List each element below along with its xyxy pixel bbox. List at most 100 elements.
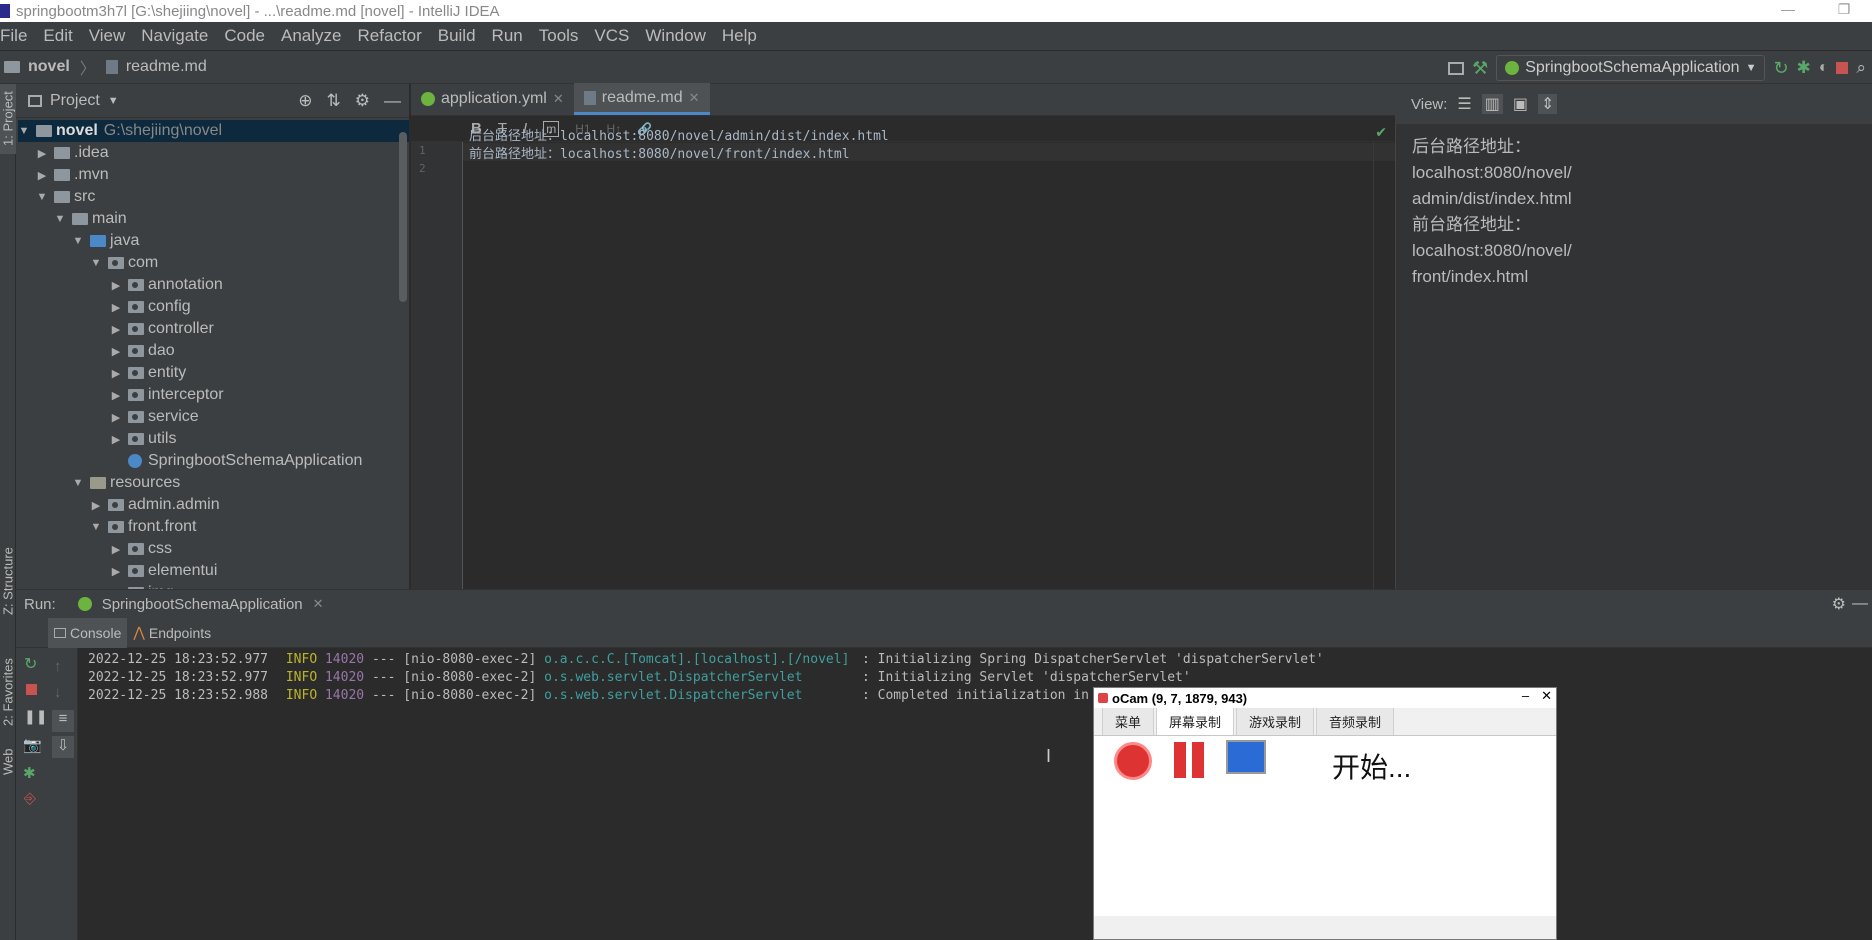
collapsed-arrow-icon[interactable]: ▶	[36, 164, 48, 186]
expanded-arrow-icon[interactable]: ▼	[54, 208, 66, 230]
code-line[interactable]: 前台路径地址：localhost:8080/novel/front/index.…	[469, 143, 850, 162]
menu-window[interactable]: Window	[637, 26, 713, 46]
tree-item[interactable]: ▶ controller	[110, 318, 214, 340]
tree-item[interactable]: ▶ interceptor	[110, 384, 224, 406]
scroll-to-end-icon[interactable]: ⇩	[52, 736, 74, 758]
tree-item[interactable]: ▶ .mvn	[36, 164, 109, 186]
collapsed-arrow-icon[interactable]: ▶	[110, 406, 122, 428]
close-icon[interactable]: ✕	[313, 596, 324, 612]
tree-item[interactable]: ▶ elementui	[110, 560, 218, 582]
close-icon[interactable]: ✕	[553, 91, 564, 107]
soft-wrap-icon[interactable]: ≡	[52, 710, 74, 732]
project-panel-title[interactable]: Project	[50, 92, 100, 110]
preview-only-icon[interactable]: ▣	[1513, 94, 1528, 114]
favorites-tool-tab[interactable]: 2: Favorites	[0, 644, 16, 740]
web-tool-tab[interactable]: Web	[0, 744, 16, 780]
run-tab-label[interactable]: SpringbootSchemaApplication	[102, 596, 303, 613]
tree-item[interactable]: SpringbootSchemaApplication	[122, 450, 362, 472]
menu-file[interactable]: File	[0, 26, 35, 46]
expanded-arrow-icon[interactable]: ▼	[36, 186, 48, 208]
stop-icon[interactable]	[1836, 62, 1849, 74]
hide-panel-icon[interactable]: —	[384, 91, 401, 111]
menu-run[interactable]: Run	[484, 26, 531, 46]
tree-item[interactable]: ▼ com	[90, 252, 159, 274]
gear-icon[interactable]: ⚙	[1832, 594, 1846, 614]
menu-tools[interactable]: Tools	[531, 26, 587, 46]
expanded-arrow-icon[interactable]: ▼	[90, 516, 102, 538]
minimize-button[interactable]: —	[1760, 0, 1816, 22]
pause-record-icon[interactable]	[1174, 742, 1206, 778]
tree-item[interactable]: ▼ main	[54, 208, 127, 230]
tree-item[interactable]: ▶ config	[110, 296, 191, 318]
ocam-tab-game-record[interactable]: 游戏录制	[1236, 707, 1315, 735]
spring-debug-icon[interactable]: ✱	[23, 764, 39, 782]
code-line[interactable]: 后台路径地址：localhost:8080/novel/admin/dist/i…	[469, 125, 889, 144]
ocam-tab-screen-record[interactable]: 屏幕录制	[1156, 707, 1235, 735]
expanded-arrow-icon[interactable]: ▼	[72, 472, 84, 494]
collapsed-arrow-icon[interactable]: ▶	[36, 142, 48, 164]
tree-item[interactable]: ▶ service	[110, 406, 199, 428]
hide-panel-icon[interactable]: —	[1852, 595, 1868, 613]
tree-item[interactable]: ▶ entity	[110, 362, 186, 384]
log-line[interactable]: 2022-12-25 18:23:52.977 INFO 14020 --- […	[88, 652, 1324, 670]
collapsed-arrow-icon[interactable]: ▶	[110, 362, 122, 384]
collapse-all-icon[interactable]: ⇅	[327, 91, 341, 111]
tab-application-yml[interactable]: application.yml ✕	[411, 83, 574, 115]
debug-bug-icon[interactable]: ✱	[1797, 58, 1811, 78]
collapsed-arrow-icon[interactable]: ▶	[110, 340, 122, 362]
collapsed-arrow-icon[interactable]: ▶	[110, 296, 122, 318]
tree-item[interactable]: ▶ .idea	[36, 142, 109, 164]
scroll-sync-icon[interactable]: ⇕	[1538, 94, 1558, 114]
collapsed-arrow-icon[interactable]: ▶	[110, 428, 122, 450]
collapsed-arrow-icon[interactable]: ▶	[90, 494, 102, 516]
menu-navigate[interactable]: Navigate	[133, 26, 216, 46]
pause-icon[interactable]: ❚❚	[24, 708, 47, 724]
tree-item-root[interactable]: ▼ novel G:\shejiing\novel	[18, 120, 409, 142]
close-icon[interactable]: ✕	[689, 90, 700, 106]
breadcrumb-project[interactable]: novel	[28, 58, 70, 76]
menu-help[interactable]: Help	[714, 26, 765, 46]
menu-edit[interactable]: Edit	[35, 26, 80, 46]
scroll-down-icon[interactable]: ↓	[54, 684, 70, 701]
menu-view[interactable]: View	[81, 26, 134, 46]
expanded-arrow-icon[interactable]: ▼	[18, 120, 30, 142]
breadcrumb-file[interactable]: readme.md	[126, 58, 207, 76]
camera-icon[interactable]: 📷	[23, 736, 42, 754]
tree-item[interactable]: ▼ java	[72, 230, 140, 252]
run-config-selector[interactable]: SpringbootSchemaApplication ▼	[1496, 55, 1766, 81]
menu-code[interactable]: Code	[216, 26, 273, 46]
window-icon[interactable]	[1448, 61, 1465, 75]
tree-item[interactable]: ▶ css	[110, 538, 172, 560]
coverage-icon[interactable]: ◐	[1819, 59, 1829, 77]
ocam-tab-menu[interactable]: 菜单	[1102, 707, 1155, 735]
exit-icon[interactable]: ⎆	[24, 790, 40, 807]
expanded-arrow-icon[interactable]: ▼	[90, 252, 102, 274]
collapsed-arrow-icon[interactable]: ▶	[110, 318, 122, 340]
tab-readme-md[interactable]: readme.md ✕	[573, 83, 710, 115]
tree-item[interactable]: ▶ admin.admin	[90, 494, 220, 516]
collapsed-arrow-icon[interactable]: ▶	[110, 560, 122, 582]
tree-item[interactable]: ▼ front.front	[90, 516, 197, 538]
menu-refactor[interactable]: Refactor	[349, 26, 429, 46]
tab-endpoints[interactable]: ⋀ Endpoints	[127, 618, 217, 648]
restore-button[interactable]: ❐	[1816, 0, 1872, 22]
rerun-icon[interactable]: ↻	[24, 654, 40, 673]
rerun-icon[interactable]: ↻	[1773, 58, 1788, 79]
expanded-arrow-icon[interactable]: ▼	[72, 230, 84, 252]
menu-build[interactable]: Build	[430, 26, 484, 46]
split-view-icon[interactable]: ▥	[1481, 94, 1503, 114]
menu-vcs[interactable]: VCS	[586, 26, 637, 46]
build-hammer-icon[interactable]: ⚒	[1472, 58, 1488, 79]
ocam-tab-audio-record[interactable]: 音频录制	[1316, 707, 1395, 735]
collapsed-arrow-icon[interactable]: ▶	[110, 538, 122, 560]
tree-item[interactable]: ▼ resources	[72, 472, 181, 494]
close-button[interactable]: ✕	[1541, 688, 1552, 704]
tree-item[interactable]: ▼ src	[36, 186, 96, 208]
gear-icon[interactable]: ⚙	[355, 91, 370, 111]
menu-analyze[interactable]: Analyze	[273, 26, 349, 46]
tree-item[interactable]: ▶ annotation	[110, 274, 223, 296]
collapsed-arrow-icon[interactable]: ▶	[110, 384, 122, 406]
editor-only-icon[interactable]: ☰	[1457, 94, 1471, 114]
screen-capture-icon[interactable]	[1226, 740, 1266, 774]
tab-console[interactable]: Console	[48, 617, 128, 648]
